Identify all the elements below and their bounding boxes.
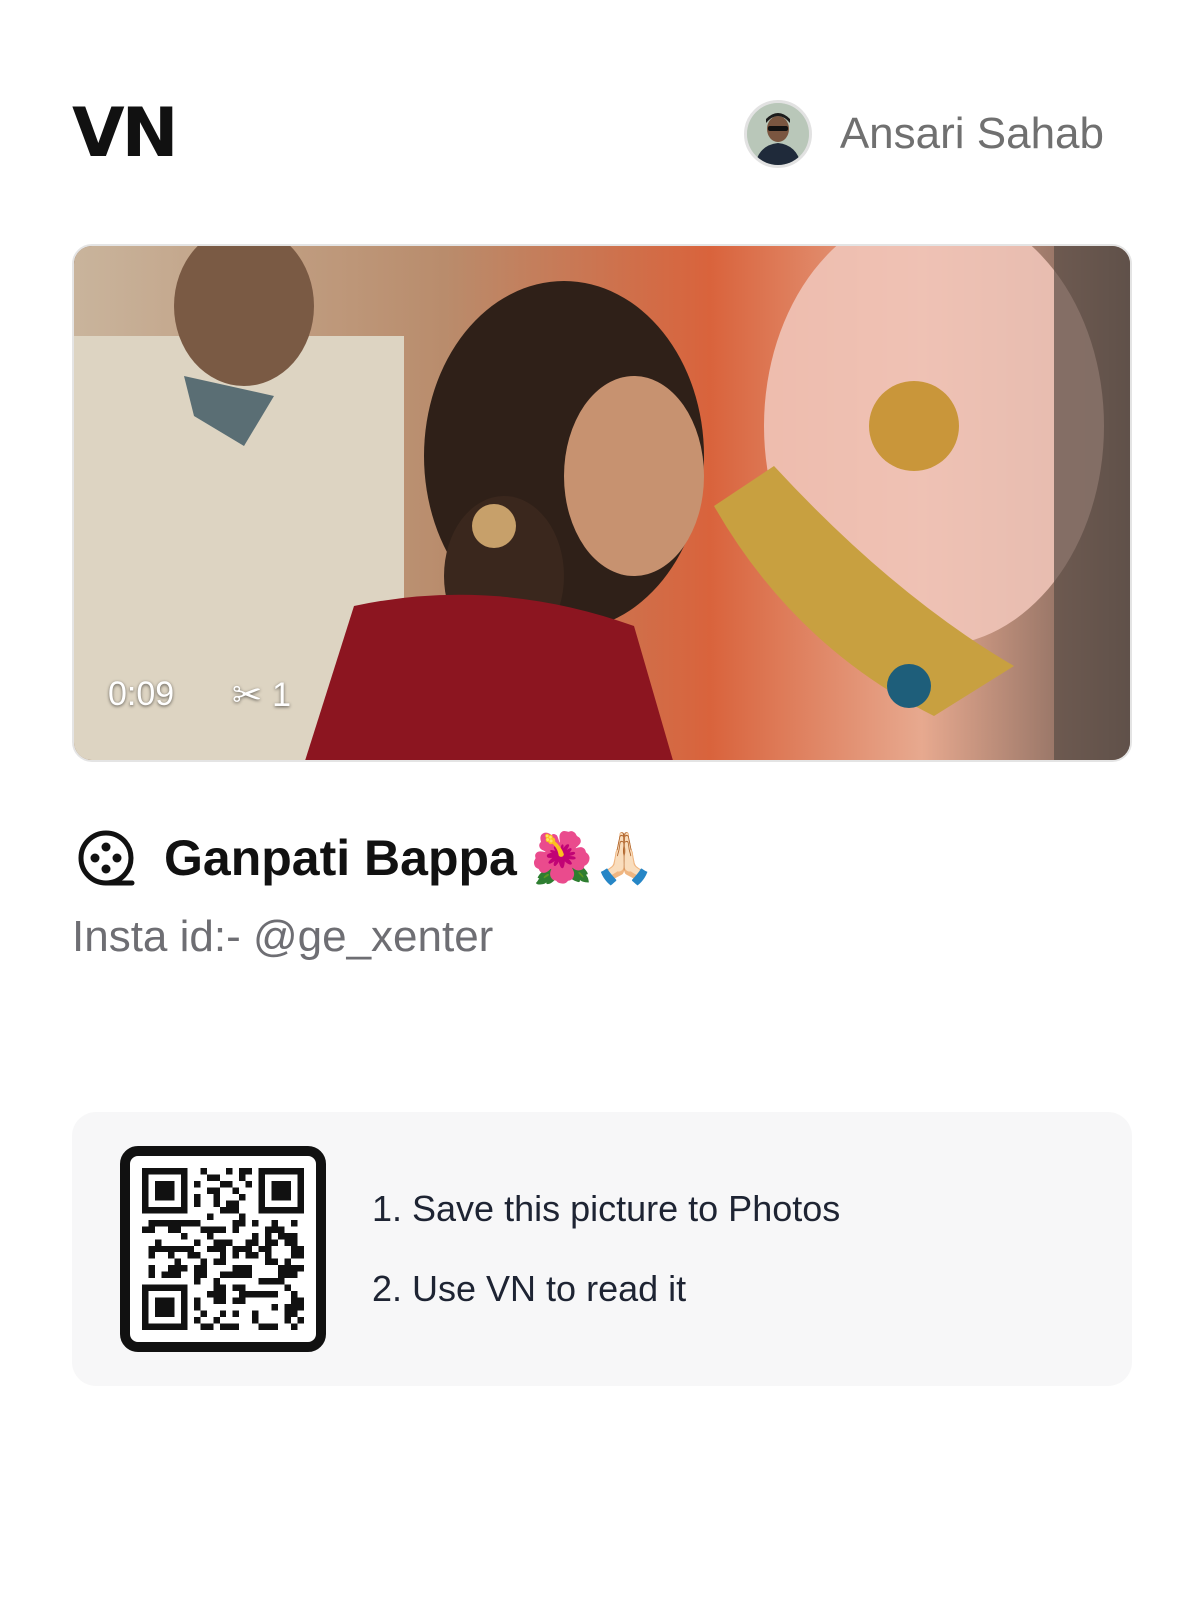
qr-code-icon (120, 1146, 326, 1352)
project-title: Ganpati Bappa 🌺🙏🏻 (164, 829, 656, 886)
project-description: Insta id:- @ge_xenter (72, 912, 494, 961)
user-name: Ansari Sahab (839, 109, 1104, 158)
video-thumbnail[interactable]: 0:09 ✂ 1 (72, 244, 1132, 762)
clip-count-value: 1 (272, 675, 292, 714)
video-duration: 0:09 (108, 675, 175, 713)
instruction-step-1: 1. Save this picture to Photos (372, 1188, 841, 1229)
vn-logo: VN (72, 94, 179, 173)
qr-card: 1. Save this picture to Photos 2. Use VN… (72, 1112, 1132, 1386)
clip-count: ✂ 1 (232, 674, 291, 716)
scissors-icon: ✂ (232, 674, 263, 715)
vn-share-card: VN Ansari Sahab 0:09 ✂ 1 Ganpati Bappa 🌺… (0, 0, 1200, 1600)
instruction-step-2: 2. Use VN to read it (372, 1268, 687, 1309)
project-title-row: Ganpati Bappa 🌺🙏🏻 (76, 828, 655, 888)
film-reel-icon (78, 830, 135, 886)
avatar (743, 100, 812, 168)
user-profile[interactable]: Ansari Sahab (743, 100, 1104, 168)
